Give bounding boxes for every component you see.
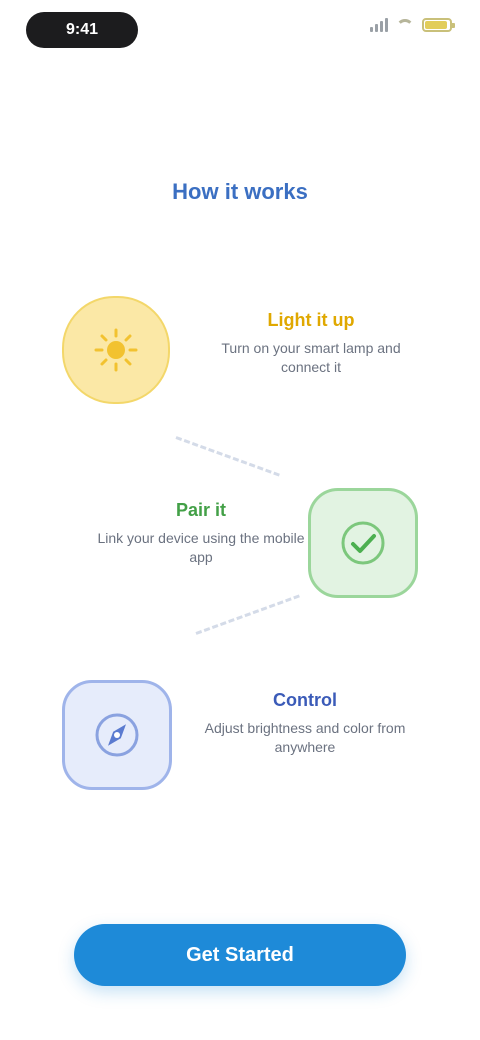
step-item-1: Light it up Turn on your smart lamp and … [50, 288, 430, 428]
step-2-description: Link your device using the mobile app [97, 530, 305, 565]
page-title: How it works [172, 179, 308, 204]
status-bar: 9:41 [0, 0, 480, 64]
step-2-title: Pair it [175, 500, 227, 520]
check-icon [341, 521, 385, 565]
status-time: 9:41 [26, 12, 138, 48]
step-1-text: Light it up Turn on your smart lamp and … [196, 310, 426, 377]
sun-icon [94, 328, 138, 372]
status-icons [370, 18, 455, 32]
step-3-text: Control Adjust brightness and color from… [190, 690, 420, 757]
battery-icon [422, 18, 455, 32]
step-item-3: Control Adjust brightness and color from… [50, 672, 430, 812]
step-1-description: Turn on your smart lamp and connect it [221, 340, 401, 375]
step-3-description: Adjust brightness and color from anywher… [204, 720, 406, 755]
step-item-2: Pair it Link your device using the mobil… [50, 480, 430, 620]
step-1-title: Light it up [267, 310, 355, 330]
step-2-badge [308, 488, 418, 598]
signal-icon [370, 18, 388, 32]
wifi-icon [396, 19, 414, 31]
compass-icon [95, 713, 139, 757]
onboarding-screen: 9:41 How it works Light it up Turn on yo… [0, 0, 480, 1040]
step-1-badge [62, 296, 170, 404]
step-3-badge [62, 680, 172, 790]
step-3-title: Control [273, 690, 337, 710]
battery-level [425, 21, 447, 29]
step-2-text: Pair it Link your device using the mobil… [86, 500, 316, 567]
get-started-button[interactable]: Get Started [74, 924, 406, 986]
step-connector [175, 436, 280, 477]
